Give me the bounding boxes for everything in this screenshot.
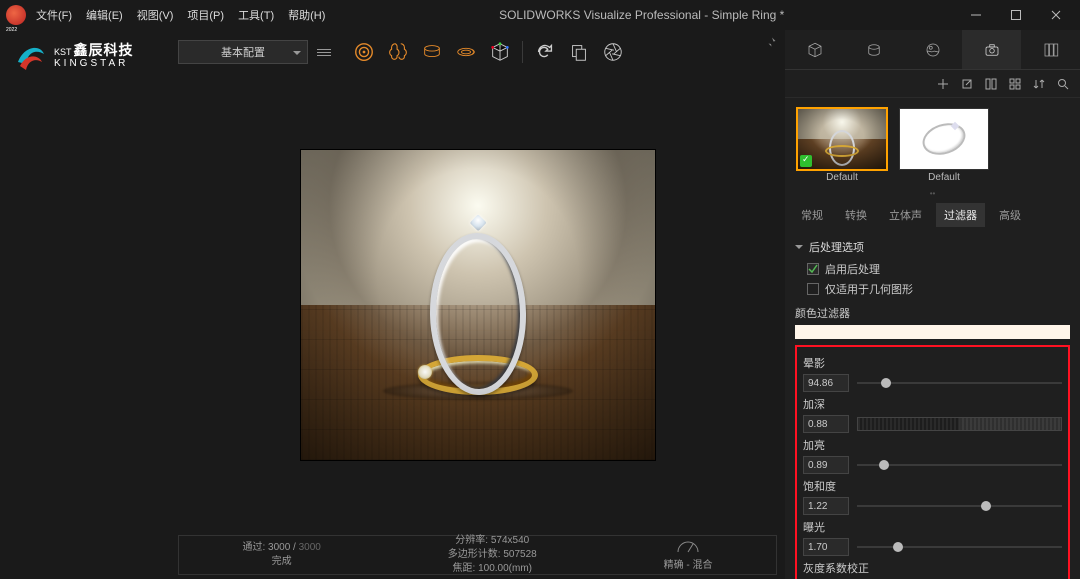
menu-edit[interactable]: 编辑(E) — [86, 7, 123, 23]
ring-rotate-icon[interactable] — [452, 38, 480, 66]
check-icon — [800, 155, 812, 167]
polycount-label: 多边形计数: — [448, 549, 501, 560]
render-preview-image — [301, 150, 655, 460]
camera-thumb-1[interactable]: Default — [797, 108, 887, 183]
app-icon — [6, 5, 26, 25]
logo-cn: 鑫辰科技 — [74, 43, 134, 58]
dodge-input[interactable] — [803, 456, 849, 474]
postprocess-section-header[interactable]: 后处理选项 — [795, 235, 1070, 259]
copy-icon[interactable] — [565, 38, 593, 66]
kingstar-logo-icon — [14, 40, 46, 72]
menu-help[interactable]: 帮助(H) — [288, 7, 325, 23]
dodge-label: 加亮 — [803, 437, 1062, 453]
passes-label: 通过: — [242, 542, 265, 553]
brand-area: KST 鑫辰科技 KINGSTAR — [0, 30, 170, 579]
focal-label: 焦距: — [453, 563, 476, 574]
subtab-stereo[interactable]: 立体声 — [881, 203, 930, 227]
subtab-transform[interactable]: 转换 — [837, 203, 875, 227]
resolution-value: 574x540 — [491, 535, 529, 546]
menu-file[interactable]: 文件(F) — [36, 7, 72, 23]
viewport-toolbar: 基本配置 — [170, 30, 785, 74]
burn-input[interactable] — [803, 415, 849, 433]
grid-icon[interactable] — [1008, 77, 1022, 91]
status-bar: 通过: 3000 / 3000 完成 分辨率: 574x540 多边形计数: 5… — [178, 535, 777, 575]
dodge-slider[interactable] — [857, 457, 1062, 473]
saturation-input[interactable] — [803, 497, 849, 515]
list-icon[interactable] — [314, 42, 334, 62]
menu-project[interactable]: 项目(P) — [187, 7, 224, 23]
color-filter-swatch[interactable] — [795, 325, 1070, 339]
configuration-dropdown-label: 基本配置 — [221, 44, 265, 60]
geometry-only-label: 仅适用于几何图形 — [825, 281, 913, 297]
brain-icon[interactable] — [384, 38, 412, 66]
subtab-general[interactable]: 常规 — [793, 203, 831, 227]
close-button[interactable] — [1038, 3, 1074, 27]
gamma-label: 灰度系数校正 — [803, 560, 1062, 576]
window-title: SOLIDWORKS Visualize Professional - Simp… — [325, 8, 958, 22]
vignette-slider[interactable] — [857, 375, 1062, 391]
refresh-icon[interactable] — [531, 38, 559, 66]
thumb2-label: Default — [899, 172, 989, 183]
maximize-button[interactable] — [998, 3, 1034, 27]
turntable-icon[interactable] — [418, 38, 446, 66]
right-panel: Default Default •• 常规 转换 立体声 过滤器 高级 后处理选… — [785, 30, 1080, 579]
sort-icon[interactable] — [1032, 77, 1046, 91]
tab-appearances-icon[interactable] — [844, 30, 903, 69]
color-filter-label: 颜色过滤器 — [795, 299, 1070, 325]
burn-gradient[interactable] — [857, 417, 1062, 431]
exposure-label: 曝光 — [803, 519, 1062, 535]
burn-label: 加深 — [803, 396, 1062, 412]
logo-small: KST — [54, 48, 72, 58]
target-icon[interactable] — [350, 38, 378, 66]
tab-models-icon[interactable] — [785, 30, 844, 69]
menu-view[interactable]: 视图(V) — [137, 7, 174, 23]
enable-postprocess-label: 启用后处理 — [825, 261, 880, 277]
camera-thumb-2[interactable]: Default — [899, 108, 989, 183]
tab-scenes-icon[interactable] — [903, 30, 962, 69]
logo-en: KINGSTAR — [54, 58, 134, 69]
configuration-dropdown[interactable]: 基本配置 — [178, 40, 308, 64]
aperture-icon[interactable] — [599, 38, 627, 66]
focal-value: 100.00(mm) — [478, 563, 532, 574]
titlebar: 文件(F) 编辑(E) 视图(V) 项目(P) 工具(T) 帮助(H) SOLI… — [0, 0, 1080, 30]
export-icon[interactable] — [960, 77, 974, 91]
passes-current: 3000 — [268, 542, 290, 553]
status-done: 完成 — [272, 555, 292, 569]
geometry-only-checkbox[interactable] — [807, 283, 819, 295]
render-viewport[interactable] — [170, 74, 785, 535]
exposure-input[interactable] — [803, 538, 849, 556]
tab-cameras-icon[interactable] — [962, 30, 1021, 69]
pin-icon[interactable] — [765, 36, 777, 51]
accuracy-label: 精确 - 混合 — [664, 559, 713, 573]
layout-icon[interactable] — [984, 77, 998, 91]
vignette-input[interactable] — [803, 374, 849, 392]
enable-postprocess-checkbox[interactable] — [807, 263, 819, 275]
postprocess-section-title: 后处理选项 — [809, 239, 864, 255]
saturation-label: 饱和度 — [803, 478, 1062, 494]
search-icon[interactable] — [1056, 77, 1070, 91]
thumb1-label: Default — [797, 172, 887, 183]
highlighted-parameters: 晕影 加深 加亮 — [795, 345, 1070, 579]
menu-tools[interactable]: 工具(T) — [238, 7, 274, 23]
vignette-label: 晕影 — [803, 355, 1062, 371]
polycount-value: 507528 — [503, 549, 536, 560]
exposure-slider[interactable] — [857, 539, 1062, 555]
minimize-button[interactable] — [958, 3, 994, 27]
thumb-scroll-handle[interactable]: •• — [785, 189, 1080, 199]
add-icon[interactable] — [936, 77, 950, 91]
gauge-icon — [676, 538, 700, 559]
subtab-filters[interactable]: 过滤器 — [936, 203, 985, 227]
subtab-advanced[interactable]: 高级 — [991, 203, 1029, 227]
passes-total: 3000 — [299, 542, 321, 553]
tab-library-icon[interactable] — [1021, 30, 1080, 69]
resolution-label: 分辨率: — [455, 535, 488, 546]
cube-icon[interactable] — [486, 38, 514, 66]
caret-down-icon — [795, 245, 803, 253]
saturation-slider[interactable] — [857, 498, 1062, 514]
